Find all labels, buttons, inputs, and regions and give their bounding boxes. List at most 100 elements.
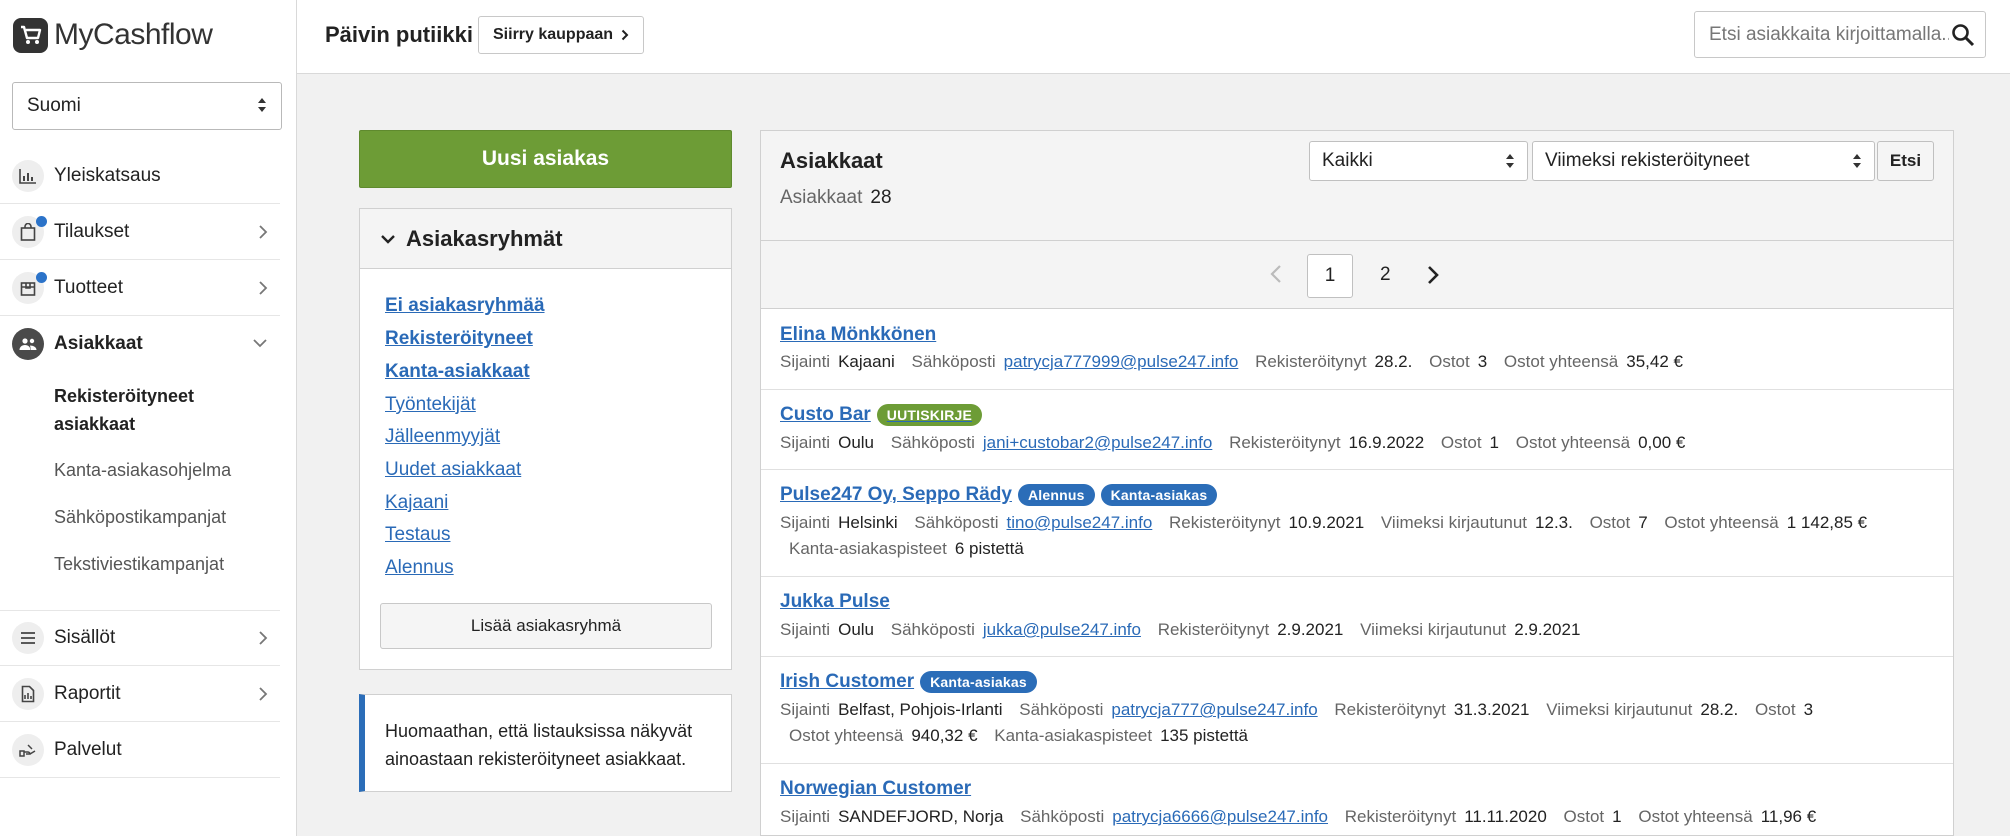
customer-meta: Sijainti Helsinki Sähköposti tino@pulse247… (780, 513, 1879, 533)
customer-name-link[interactable]: Norwegian Customer (780, 778, 971, 800)
meta-label: Ostot (1440, 433, 1482, 452)
meta-label: Rekisteröitynyt (1334, 700, 1446, 719)
customer-name: Pulse247 Oy, Seppo Rädy (780, 484, 1012, 505)
meta-value: 11.11.2020 (1464, 807, 1547, 826)
email-link[interactable]: patrycja6666@pulse247.info (1112, 807, 1328, 826)
customer-search[interactable] (1694, 11, 1986, 58)
chart-icon (12, 159, 44, 192)
search-button[interactable]: Etsi (1877, 141, 1934, 181)
meta-label: Rekisteröitynyt (1344, 807, 1457, 826)
filter-select[interactable]: Kaikki (1309, 141, 1528, 181)
email-link[interactable]: patrycja777999@pulse247.info (1004, 352, 1239, 371)
customer-name-link[interactable]: Elina Mönkkönen (780, 324, 936, 346)
meta-label: Ostot yhteensä (1515, 433, 1631, 452)
meta-value: 7 (1638, 513, 1648, 532)
chevron-right-icon[interactable] (1426, 265, 1440, 285)
group-link[interactable]: Ei asiakasryhmää (385, 295, 545, 317)
customers-header: Asiakkaat Asiakkaat 28 Kaikki Viimeksi re… (761, 131, 1953, 241)
page-1[interactable]: 1 (1307, 254, 1353, 298)
sort-select[interactable]: Viimeksi rekisteröityneet (1532, 141, 1875, 181)
chevron-left-icon (1270, 265, 1281, 283)
page-2[interactable]: 2 (1380, 264, 1391, 286)
meta-value: 1 (1612, 807, 1622, 826)
customer-name-link[interactable]: Jukka Pulse (780, 591, 890, 613)
meta-value: 3 (1803, 700, 1814, 719)
notification-dot (36, 272, 47, 283)
customer-groups-header[interactable]: Asiakasryhmät (360, 209, 731, 269)
meta-value: 31.3.2021 (1453, 700, 1530, 719)
add-customer-group-button[interactable]: Lisää asiakasryhmä (380, 603, 712, 649)
nav-products-label: Tuotteet (54, 276, 124, 298)
go-to-shop-button[interactable]: Siirry kauppaan (478, 16, 645, 54)
customer-meta: Sijainti Oulu Sähköposti jani+custobar2@pu… (780, 433, 1697, 453)
top-bar: Päivin putiikki Siirry kauppaan (297, 0, 2010, 74)
customer-count-value: 28 (870, 187, 892, 208)
customer-name-link[interactable]: Custo Bar UUTISKIRJE (780, 404, 983, 426)
meta-label: Viimeksi kirjautunut (1380, 513, 1528, 532)
meta-label: Ostot yhteensä (1664, 513, 1779, 532)
filter-value: Kaikki (1322, 150, 1373, 171)
group-link[interactable]: Rekisteröityneet (385, 328, 533, 350)
chevron-right-icon (621, 29, 629, 41)
group-link[interactable]: Alennus (385, 557, 454, 579)
group-link[interactable]: Työntekijät (385, 394, 476, 416)
meta-value: 10.9.2021 (1288, 513, 1365, 532)
group-link[interactable]: Kajaani (385, 492, 448, 514)
meta-value: 3 (1477, 352, 1488, 371)
nav-reports[interactable]: Raportit (0, 666, 280, 722)
email-link[interactable]: jani+custobar2@pulse247.info (983, 433, 1212, 452)
nav-customers[interactable]: Asiakkaat (0, 316, 280, 372)
logo[interactable]: MyCashflow (13, 16, 213, 54)
nav-reports-label: Raportit (54, 682, 121, 704)
subnav-registered[interactable]: Rekisteröityneet asiakkaat (54, 382, 254, 438)
email-link[interactable]: tino@pulse247.info (1006, 513, 1152, 532)
group-tag: Kanta-asiakas (1100, 484, 1218, 506)
customer-meta: Sijainti Belfast, Pohjois-Irlanti Sähköpo… (780, 700, 1825, 720)
nav-contents-label: Sisällöt (54, 626, 116, 648)
customer-groups-panel: Asiakasryhmät Ei asiakasryhmää Rekisterö… (359, 208, 732, 670)
meta-label: Sijainti (780, 620, 831, 639)
table-row: Irish Customer Kanta-asiakas Sijainti Belf… (761, 657, 1953, 764)
pagination (761, 241, 1953, 309)
customer-meta: Ostot yhteensä 940,32 € Kanta-asiakaspist… (789, 726, 1260, 746)
customer-count-label: Asiakkaat (780, 187, 863, 208)
meta-label: Ostot (1429, 352, 1470, 371)
sidebar: MyCashflow Suomi Yleiskatsaus Tilaukset … (0, 0, 297, 836)
group-link[interactable]: Kanta-asiakkaat (385, 361, 530, 383)
email-link[interactable]: patrycja777@pulse247.info (1111, 700, 1317, 719)
search-icon[interactable] (1951, 23, 1975, 47)
customer-name: Norwegian Customer (780, 778, 972, 799)
subnav-loyalty[interactable]: Kanta-asiakasohjelma (54, 456, 231, 484)
customer-meta: Sijainti Oulu Sähköposti jukka@pulse247.in… (780, 620, 1592, 640)
customer-name-link[interactable]: Irish Customer Kanta-asiakas (780, 671, 1037, 693)
group-link[interactable]: Testaus (385, 524, 450, 546)
subnav-sms-campaigns[interactable]: Tekstiviestikampanjat (54, 550, 224, 578)
meta-label: Ostot (1589, 513, 1631, 532)
email-link[interactable]: jukka@pulse247.info (983, 620, 1141, 639)
subnav-email-campaigns[interactable]: Sähköpostikampanjat (54, 503, 226, 531)
customer-name-link[interactable]: Pulse247 Oy, Seppo Rädy Alennus Kanta-asia… (780, 484, 1218, 506)
nav-overview[interactable]: Yleiskatsaus (0, 148, 280, 204)
group-link[interactable]: Uudet asiakkaat (385, 459, 521, 481)
group-link[interactable]: Jälleenmyyjät (385, 426, 500, 448)
meta-value: 28.2. (1374, 352, 1413, 371)
nav-services[interactable]: Palvelut (0, 722, 280, 778)
meta-value: 16.9.2022 (1348, 433, 1425, 452)
meta-label: Kanta-asiakaspisteet (789, 539, 947, 558)
meta-value: Belfast, Pohjois-Irlanti (838, 700, 1003, 719)
group-tag: UUTISKIRJE (876, 404, 983, 426)
search-input[interactable] (1709, 12, 1949, 57)
customers-panel: Asiakkaat Asiakkaat 28 Kaikki Viimeksi re… (760, 130, 1954, 836)
brand-name: MyCashflow (54, 18, 213, 51)
chevron-right-icon (259, 225, 268, 239)
nav-contents[interactable]: Sisällöt (0, 610, 280, 666)
nav-orders[interactable]: Tilaukset (0, 204, 280, 260)
notification-dot (36, 216, 47, 227)
language-select[interactable]: Suomi (12, 82, 282, 130)
new-customer-button[interactable]: Uusi asiakas (359, 130, 732, 188)
report-icon (12, 677, 44, 710)
meta-label: Ostot yhteensä (789, 726, 904, 745)
nav-products[interactable]: Tuotteet (0, 260, 280, 316)
go-to-shop-label: Siirry kauppaan (493, 26, 614, 43)
table-row: Custo Bar UUTISKIRJE Sijainti Oulu Sähköpo… (761, 390, 1953, 470)
